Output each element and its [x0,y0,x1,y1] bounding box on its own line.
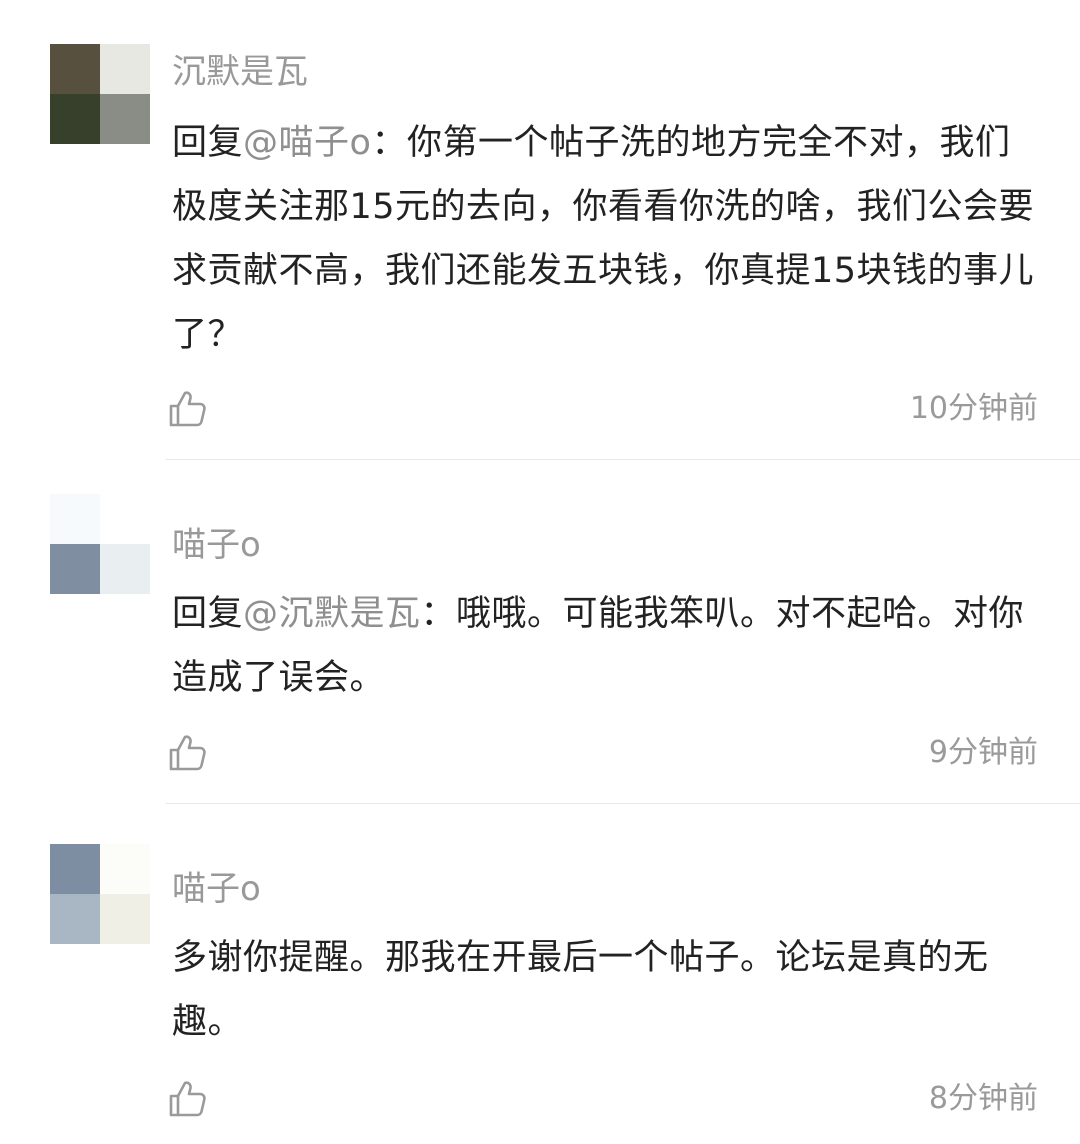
like-button[interactable] [168,389,208,429]
like-button[interactable] [168,1079,208,1119]
reply-mention[interactable]: @喵子o [243,123,371,163]
comment-content: 回复@沉默是瓦：哦哦。可能我笨叭。对不起哈。对你造成了误会。 [172,582,1042,710]
avatar-tile [50,94,100,144]
comment-item: 喵子o 回复@沉默是瓦：哦哦。可能我笨叭。对不起哈。对你造成了误会。 9分钟前 [0,461,1080,804]
thumbs-up-icon [169,735,206,771]
avatar-tile [100,44,150,94]
reply-mention[interactable]: @沉默是瓦 [243,594,421,634]
avatar-tile [50,494,100,544]
divider [166,459,1080,460]
reply-prefix: 回复 [172,123,244,163]
avatar-tile [100,844,150,894]
comment-text: 多谢你提醒。那我在开最后一个帖子。论坛是真的无趣。 [172,938,989,1042]
reply-colon: ： [420,594,457,634]
comment-content: 回复@喵子o：你第一个帖子洗的地方完全不对，我们极度关注那15元的去向，你看看你… [172,111,1042,367]
comment-time: 8分钟前 [928,1081,1038,1116]
avatar-tile [50,894,100,944]
avatar-tile [50,844,100,894]
avatar[interactable] [50,44,150,144]
thumbs-up-icon [169,391,206,427]
avatar-tile [100,94,150,144]
comment-username[interactable]: 喵子o [172,869,261,909]
avatar[interactable] [50,844,150,944]
comment-time: 9分钟前 [928,735,1038,770]
avatar-tile [50,544,100,594]
thumbs-up-icon [169,1081,206,1117]
divider [166,803,1080,804]
comment-item: 喵子o 多谢你提醒。那我在开最后一个帖子。论坛是真的无趣。 8分钟前 [0,805,1080,1144]
reply-colon: ： [371,123,407,163]
avatar-tile [100,494,150,544]
like-button[interactable] [168,733,208,773]
comment-content: 多谢你提醒。那我在开最后一个帖子。论坛是真的无趣。 [172,926,1042,1054]
avatar-tile [50,44,100,94]
comment-username[interactable]: 喵子o [172,525,261,565]
comment-item: 沉默是瓦 回复@喵子o：你第一个帖子洗的地方完全不对，我们极度关注那15元的去向… [0,0,1080,460]
avatar-tile [100,544,150,594]
comment-time: 10分钟前 [909,391,1038,426]
comment-username[interactable]: 沉默是瓦 [172,52,308,92]
avatar-tile [100,894,150,944]
reply-prefix: 回复 [172,594,244,634]
avatar[interactable] [50,494,150,594]
